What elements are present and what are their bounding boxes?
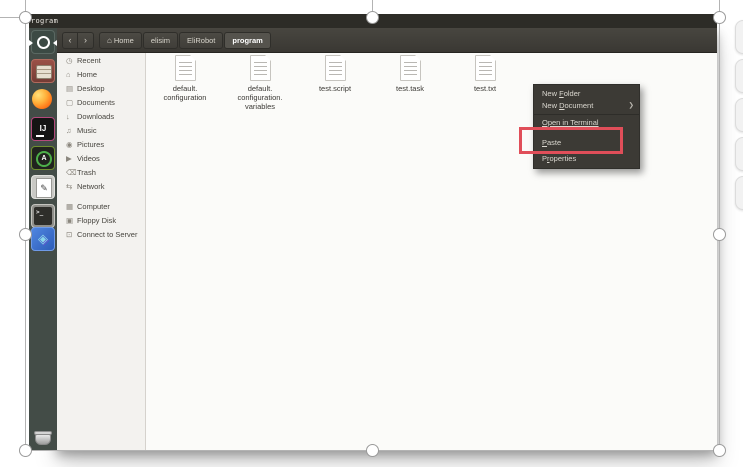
firefox-globe-icon (32, 89, 52, 109)
sidebar-item-floppy-disk[interactable]: ▣Floppy Disk (57, 213, 145, 227)
dock-running-arrow-icon (29, 40, 33, 46)
breadcrumb-item-elisim[interactable]: elisim (143, 32, 178, 49)
desktop-icon: ▤ (66, 84, 77, 93)
selection-handle-middle-right[interactable] (713, 228, 726, 241)
firefox-icon[interactable] (31, 88, 55, 112)
places-sidebar: ◷Recent ⌂Home ▤Desktop ▢Documents ↓Downl… (57, 53, 146, 450)
file-item-default-configuration-variables[interactable]: default.configuration.variables (225, 55, 295, 111)
cube-glyph-icon: ◈ (32, 228, 54, 250)
toolbar-button-stub[interactable] (735, 20, 743, 54)
menu-item-new-document[interactable]: New Document❯ (534, 100, 639, 112)
selection-handle-bottom-left[interactable] (19, 444, 32, 457)
text-file-icon (400, 55, 421, 81)
menu-item-new-folder[interactable]: New Folder (534, 88, 639, 100)
sidebar-item-downloads[interactable]: ↓Downloads (57, 109, 145, 123)
toolbar-button-stub[interactable] (735, 137, 743, 171)
submenu-arrow-icon: ❯ (629, 100, 634, 112)
breadcrumb: ⌂Home elisim EliRobot program (99, 32, 272, 49)
music-icon: ♫ (66, 126, 77, 135)
terminal-prompt-icon: >_ (34, 207, 52, 225)
text-file-icon (250, 55, 271, 81)
trash-icon: ⌫ (66, 168, 77, 177)
ubuntu-ring-icon (37, 36, 50, 49)
sidebar-item-connect-to-server[interactable]: ⊡Connect to Server (57, 227, 145, 241)
screenshot-canvas: rogram IJ A ✎ >_ ◈ ‹ › ⌂Home elisim E (0, 0, 743, 467)
breadcrumb-item-home[interactable]: ⌂Home (99, 32, 142, 49)
file-item-default-configuration[interactable]: default.configuration (150, 55, 220, 111)
selection-handle-bottom-center[interactable] (366, 444, 379, 457)
pictures-icon: ◉ (66, 140, 77, 149)
files-app-icon[interactable] (31, 59, 55, 83)
terminal-icon[interactable]: >_ (31, 204, 55, 228)
sidebar-item-network[interactable]: ⇆Network (57, 179, 145, 193)
toolbar-button-stub[interactable] (735, 176, 743, 210)
breadcrumb-label: Home (114, 36, 134, 45)
documents-icon: ▢ (66, 98, 77, 107)
forward-button[interactable]: › (78, 32, 94, 49)
sidebar-item-music[interactable]: ♫Music (57, 123, 145, 137)
sidebar-item-home[interactable]: ⌂Home (57, 67, 145, 81)
selection-handle-top-left[interactable] (19, 11, 32, 24)
trash-dock-icon[interactable] (33, 431, 53, 447)
server-icon: ⊡ (66, 230, 77, 239)
downloads-icon: ↓ (66, 112, 77, 121)
selection-handle-top-center[interactable] (366, 11, 379, 24)
green-ring-icon: A (36, 151, 52, 167)
pencil-page-icon: ✎ (36, 178, 52, 198)
recent-icon: ◷ (66, 56, 77, 65)
nav-button-group: ‹ › (62, 32, 94, 49)
text-file-icon (325, 55, 346, 81)
sidebar-item-recent[interactable]: ◷Recent (57, 53, 145, 67)
dock-focused-arrow-icon (53, 40, 57, 46)
home-icon: ⌂ (107, 36, 112, 45)
file-item-test-task[interactable]: test.task (375, 55, 445, 111)
breadcrumb-item-elirobot[interactable]: EliRobot (179, 32, 223, 49)
back-button[interactable]: ‹ (62, 32, 78, 49)
text-file-icon (175, 55, 196, 81)
intellij-letters: IJ (40, 124, 47, 133)
toolbar-button-stub[interactable] (735, 98, 743, 132)
trash-body-icon (35, 434, 51, 445)
floppy-disk-icon: ▣ (66, 216, 77, 225)
sidebar-item-trash[interactable]: ⌫Trash (57, 165, 145, 179)
file-item-test-txt[interactable]: test.txt (450, 55, 520, 111)
green-a-app-icon[interactable]: A (31, 146, 55, 170)
intellij-underline (36, 135, 44, 137)
network-icon: ⇆ (66, 182, 77, 191)
ubuntu-dash-icon[interactable] (31, 30, 55, 54)
sidebar-item-desktop[interactable]: ▤Desktop (57, 81, 145, 95)
selection-handle-middle-left[interactable] (19, 228, 32, 241)
sidebar-item-pictures[interactable]: ◉Pictures (57, 137, 145, 151)
videos-icon: ▶ (66, 154, 77, 163)
breadcrumb-item-program[interactable]: program (224, 32, 270, 49)
selection-handle-bottom-right[interactable] (713, 444, 726, 457)
blue-cube-app-icon[interactable]: ◈ (31, 227, 55, 251)
selection-handle-top-right[interactable] (713, 11, 726, 24)
sidebar-item-documents[interactable]: ▢Documents (57, 95, 145, 109)
computer-icon: ▦ (66, 202, 77, 211)
file-item-test-script[interactable]: test.script (300, 55, 370, 111)
window-headerbar: ‹ › ⌂Home elisim EliRobot program (57, 28, 717, 53)
home-icon: ⌂ (66, 70, 77, 79)
intellij-idea-icon[interactable]: IJ (31, 117, 55, 141)
menu-separator (534, 114, 639, 115)
text-editor-icon[interactable]: ✎ (31, 175, 55, 199)
text-file-icon (475, 55, 496, 81)
sidebar-item-videos[interactable]: ▶Videos (57, 151, 145, 165)
annotation-highlight-box (519, 127, 623, 154)
launcher-dock: IJ A ✎ >_ ◈ (29, 28, 57, 450)
file-cabinet-icon (36, 65, 52, 79)
sidebar-item-computer[interactable]: ▦Computer (57, 199, 145, 213)
toolbar-button-stub[interactable] (735, 59, 743, 93)
menu-item-properties[interactable]: Properties (534, 153, 639, 165)
